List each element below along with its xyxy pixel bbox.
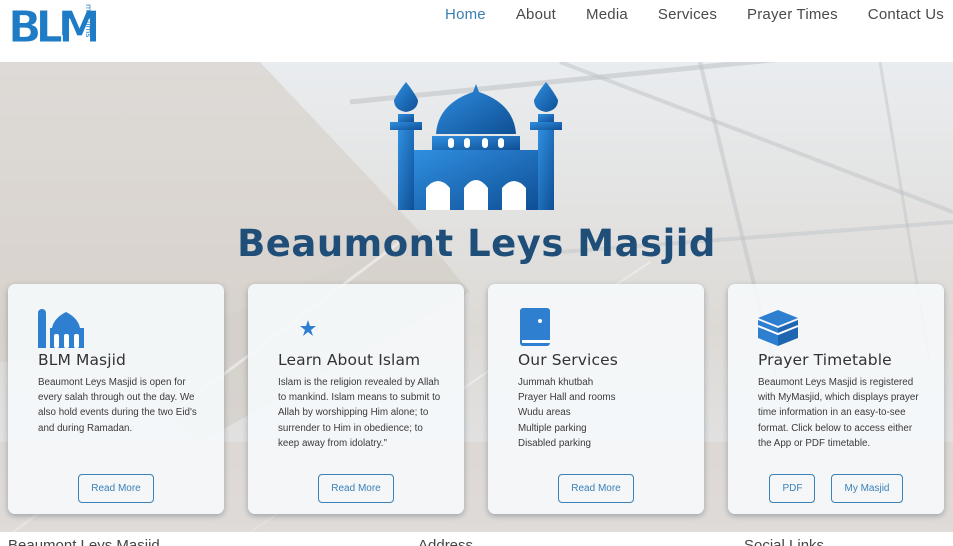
footer: Beaumont Leys Masjid Address Social Link… xyxy=(0,532,953,546)
card-our-services: Our Services Jummah khutbah Prayer Hall … xyxy=(488,284,704,514)
read-more-button[interactable]: Read More xyxy=(318,474,394,503)
card-title: BLM Masjid xyxy=(38,351,126,369)
card-title: Our Services xyxy=(518,351,618,369)
footer-col-title: Social Links xyxy=(744,537,825,546)
nav-media[interactable]: Media xyxy=(556,6,628,23)
card-title: Learn About Islam xyxy=(278,351,421,369)
services-list: Jummah khutbah Prayer Hall and rooms Wud… xyxy=(518,375,684,451)
crescent-star-icon xyxy=(280,310,316,346)
mosque-small-icon xyxy=(38,309,84,348)
my-masjid-button[interactable]: My Masjid xyxy=(831,474,903,503)
page-title: Beaumont Leys Masjid xyxy=(237,222,716,265)
footer-col-title: Beaumont Leys Masjid xyxy=(8,537,160,546)
hero-section: Beaumont Leys Masjid BLM Masjid Beaumont… xyxy=(0,62,953,546)
quran-icon xyxy=(520,308,550,346)
list-item: Wudu areas xyxy=(518,407,571,419)
card-title: Prayer Timetable xyxy=(758,351,892,369)
mosque-icon xyxy=(390,82,562,210)
nav-services[interactable]: Services xyxy=(628,6,717,23)
card-blm-masjid: BLM Masjid Beaumont Leys Masjid is open … xyxy=(8,284,224,514)
read-more-button[interactable]: Read More xyxy=(558,474,634,503)
site-header: BLM muslims Home About Media Services Pr… xyxy=(0,0,953,62)
list-item: Multiple parking xyxy=(518,422,587,434)
main-nav: Home About Media Services Prayer Times C… xyxy=(415,6,944,23)
list-item: Prayer Hall and rooms xyxy=(518,392,616,404)
svg-text:BLM: BLM xyxy=(8,2,96,48)
card-text: Beaumont Leys Masjid is open for every s… xyxy=(38,377,197,434)
nav-home[interactable]: Home xyxy=(415,6,486,23)
blm-logo[interactable]: BLM muslims xyxy=(6,0,97,49)
card-text: Beaumont Leys Masjid is registered with … xyxy=(758,377,919,449)
nav-contact-us[interactable]: Contact Us xyxy=(838,6,944,23)
logo-sub-text: muslims xyxy=(84,4,93,37)
nav-about[interactable]: About xyxy=(486,6,556,23)
read-more-button[interactable]: Read More xyxy=(78,474,154,503)
kaaba-icon xyxy=(758,310,799,346)
card-text: Islam is the religion revealed by Allah … xyxy=(278,377,441,449)
list-item: Disabled parking xyxy=(518,437,591,449)
nav-prayer-times[interactable]: Prayer Times xyxy=(717,6,838,23)
card-learn-about-islam: Learn About Islam Islam is the religion … xyxy=(248,284,464,514)
footer-col-title: Address xyxy=(418,537,474,546)
pdf-button[interactable]: PDF xyxy=(769,474,816,503)
card-prayer-timetable: Prayer Timetable Beaumont Leys Masjid is… xyxy=(728,284,944,514)
list-item: Jummah khutbah xyxy=(518,377,594,388)
